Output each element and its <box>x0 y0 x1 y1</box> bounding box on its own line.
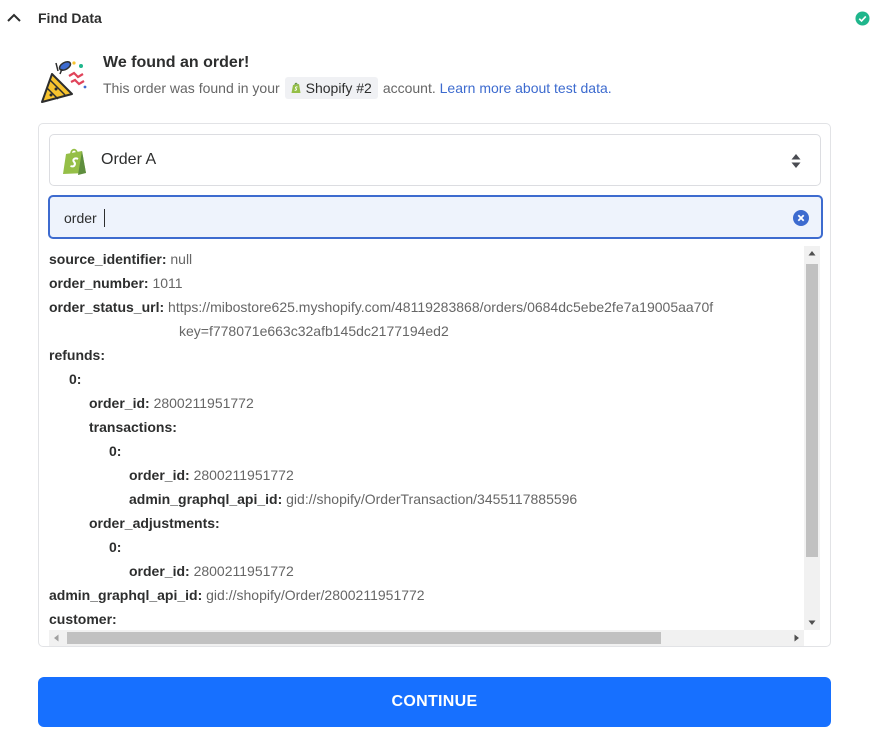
field-row: 0: <box>109 539 122 555</box>
section-title: Find Data <box>38 10 102 26</box>
results-list: source_identifier: null order_number: 10… <box>49 246 804 630</box>
text-caret <box>104 209 105 227</box>
field-row-continuation: key=f778071e663c32afb145dc2177194ed2 <box>179 323 449 339</box>
horizontal-scrollbar[interactable] <box>49 630 804 646</box>
found-description: This order was found in your Shopify #2 … <box>103 76 612 100</box>
learn-more-link[interactable]: Learn more about test data <box>440 80 608 96</box>
clear-circle-icon[interactable] <box>793 210 809 226</box>
party-popper-icon <box>41 60 87 103</box>
field-row: 0: <box>69 371 82 387</box>
vertical-scrollbar[interactable] <box>804 246 820 630</box>
account-name: Shopify #2 <box>305 80 372 96</box>
shopify-logo-icon <box>63 148 86 175</box>
field-row: source_identifier: null <box>49 251 193 267</box>
field-row: admin_graphql_api_id: gid://shopify/Orde… <box>129 491 578 507</box>
found-text-before: This order was found in your <box>103 80 280 96</box>
sample-panel: Order A source_identifier: null order_nu… <box>38 123 831 647</box>
check-circle-icon <box>855 11 870 26</box>
field-row: admin_graphql_api_id: gid://shopify/Orde… <box>49 587 425 603</box>
scroll-right-arrow-icon[interactable] <box>788 630 804 646</box>
field-row: 0: <box>109 443 122 459</box>
find-data-header[interactable]: Find Data <box>0 0 877 38</box>
vertical-scroll-thumb[interactable] <box>806 264 818 557</box>
field-row: order_adjustments: <box>89 515 220 531</box>
shopify-icon <box>291 82 301 93</box>
scroll-left-arrow-icon[interactable] <box>49 630 65 646</box>
found-title: We found an order! <box>103 54 250 71</box>
field-row: order_id: 2800211951772 <box>129 563 294 579</box>
continue-button[interactable]: CONTINUE <box>38 677 831 727</box>
horizontal-scroll-thumb[interactable] <box>67 632 661 644</box>
field-row: refunds: <box>49 347 105 363</box>
field-row: order_status_url: https://mibostore625.m… <box>49 299 714 315</box>
field-row: order_id: 2800211951772 <box>89 395 254 411</box>
sample-select[interactable]: Order A <box>49 134 821 186</box>
chevron-up-icon[interactable] <box>6 10 22 26</box>
found-text-after: account. <box>382 80 436 96</box>
link-suffix: . <box>607 80 612 96</box>
field-row: order_number: 1011 <box>49 275 183 291</box>
scroll-down-arrow-icon[interactable] <box>804 614 820 630</box>
search-input[interactable] <box>64 208 764 228</box>
field-row: transactions: <box>89 419 177 435</box>
account-chip: Shopify #2 <box>284 77 378 99</box>
sort-arrows-icon <box>791 154 801 168</box>
field-row: customer: <box>49 611 117 627</box>
scroll-up-arrow-icon[interactable] <box>804 246 820 262</box>
search-box <box>48 195 823 239</box>
sample-label: Order A <box>101 151 157 168</box>
field-row: order_id: 2800211951772 <box>129 467 294 483</box>
